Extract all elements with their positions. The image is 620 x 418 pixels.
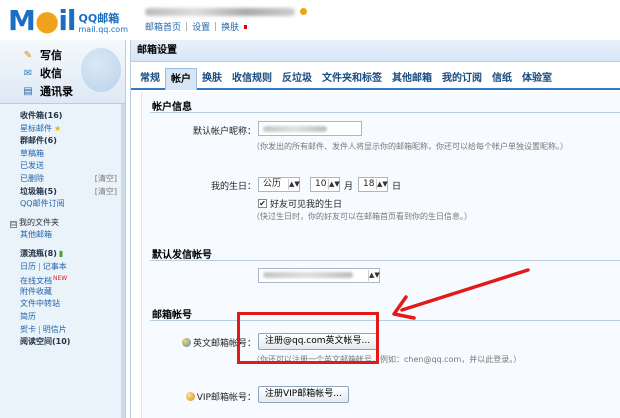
arrow-shaft (400, 268, 530, 312)
annotation-arrow (392, 268, 530, 320)
